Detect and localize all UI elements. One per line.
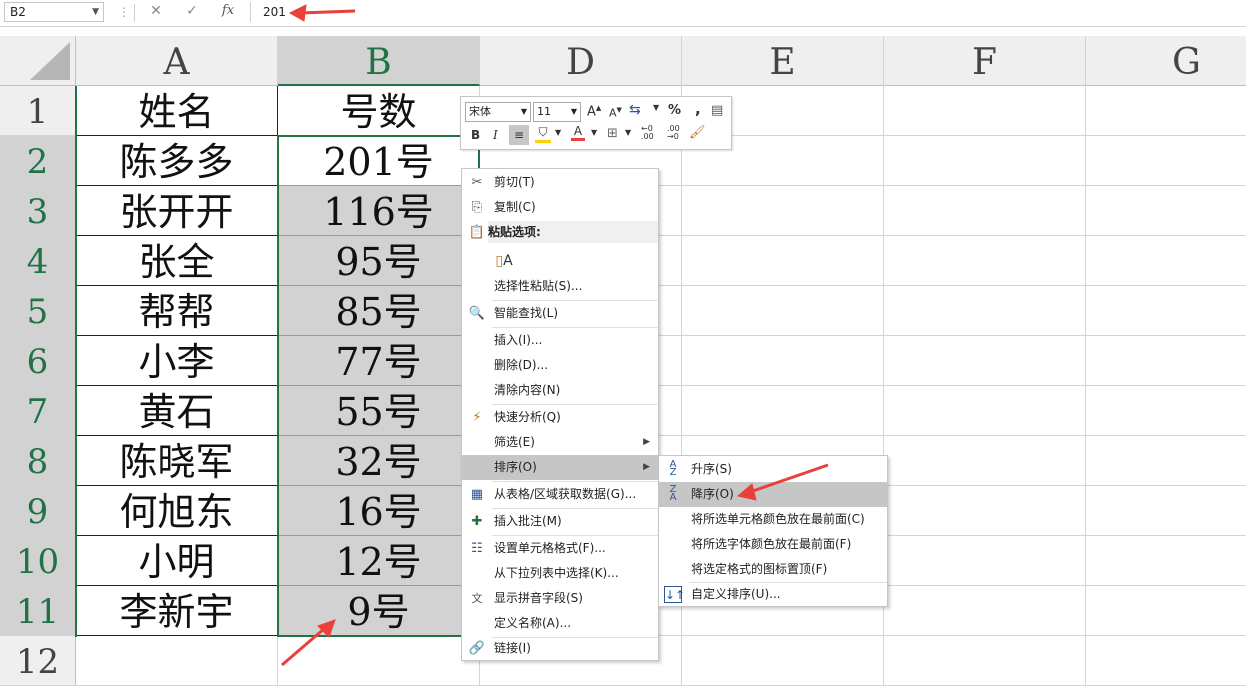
annotation-layer xyxy=(281,4,829,667)
annotation-arrow-descending xyxy=(736,463,829,501)
annotation-arrow-formula xyxy=(288,4,356,22)
annotation-arrow-cell xyxy=(281,619,336,667)
